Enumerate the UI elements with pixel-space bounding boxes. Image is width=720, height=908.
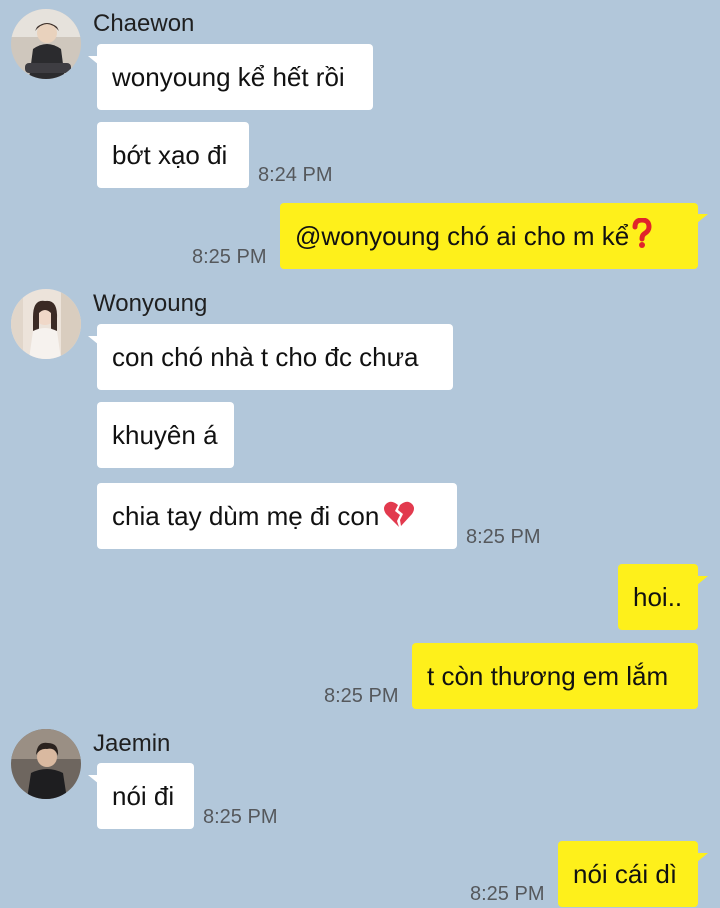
message-timestamp: 8:25 PM — [192, 246, 267, 268]
sender-name: Chaewon — [93, 10, 195, 37]
question-mark-emoji-icon — [631, 206, 653, 272]
message-text: nói đi — [112, 781, 175, 811]
message-bubble[interactable]: chia tay dùm mẹ đi con — [97, 483, 457, 549]
message-text: nói cái dì — [573, 859, 678, 889]
message-text: chia tay dùm mẹ đi con — [112, 501, 380, 531]
message-timestamp: 8:25 PM — [466, 526, 541, 548]
message-text: t còn thương em lắm — [427, 661, 669, 691]
message-bubble[interactable]: wonyoung kể hết rồi — [97, 44, 373, 110]
message-timestamp: 8:25 PM — [203, 806, 278, 828]
bubble-tail — [697, 214, 708, 223]
message-bubble[interactable]: nói cái dì — [558, 841, 698, 907]
message-text: con chó nhà t cho đc chưa — [112, 342, 419, 372]
message-text: wonyoung kể hết rồi — [112, 62, 345, 92]
bubble-tail — [697, 853, 708, 862]
chat-area[interactable]: Chaewon wonyoung kể hết rồi bớt xạo đi 8… — [0, 0, 720, 908]
bubble-tail — [697, 576, 708, 585]
message-timestamp: 8:25 PM — [324, 685, 399, 707]
message-timestamp: 8:24 PM — [258, 164, 333, 186]
message-bubble[interactable]: bớt xạo đi — [97, 122, 249, 188]
avatar-wonyoung[interactable] — [11, 289, 81, 359]
avatar-chaewon[interactable] — [11, 9, 81, 79]
message-text: @wonyoung chó ai cho m kể — [295, 221, 630, 251]
message-bubble[interactable]: t còn thương em lắm — [412, 643, 698, 709]
avatar-jaemin[interactable] — [11, 729, 81, 799]
message-text: khuyên á — [112, 420, 218, 450]
message-bubble[interactable]: @wonyoung chó ai cho m kể — [280, 203, 698, 269]
message-text: hoi.. — [633, 582, 683, 612]
message-bubble[interactable]: hoi.. — [618, 564, 698, 630]
message-bubble[interactable]: con chó nhà t cho đc chưa — [97, 324, 453, 390]
message-bubble[interactable]: khuyên á — [97, 402, 234, 468]
sender-name: Jaemin — [93, 730, 171, 757]
sender-name: Wonyoung — [93, 290, 208, 317]
message-timestamp: 8:25 PM — [470, 883, 545, 905]
broken-heart-emoji-icon — [383, 487, 415, 553]
message-text: bớt xạo đi — [112, 140, 228, 170]
message-bubble[interactable]: nói đi — [97, 763, 194, 829]
